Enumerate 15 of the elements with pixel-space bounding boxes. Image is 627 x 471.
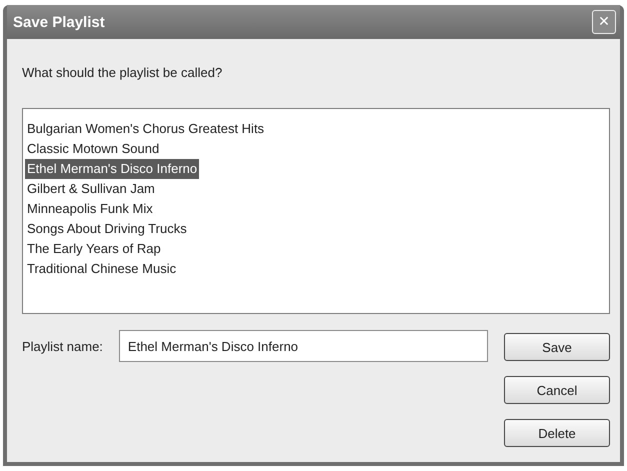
dialog-button[interactable]: Cancel <box>504 376 610 404</box>
playlist-item[interactable]: The Early Years of Rap <box>25 239 163 259</box>
playlist-item[interactable]: Songs About Driving Trucks <box>25 219 189 239</box>
playlist-item[interactable]: Bulgarian Women's Chorus Greatest Hits <box>25 119 266 139</box>
prompt-text: What should the playlist be called? <box>22 65 224 80</box>
field-label: Playlist name: <box>22 338 103 354</box>
playlist-name-field[interactable]: Ethel Merman's Disco Inferno <box>118 330 488 362</box>
playlist-item[interactable]: Minneapolis Funk Mix <box>25 199 155 219</box>
window-title: Save Playlist <box>13 14 105 30</box>
playlist-item[interactable]: Ethel Merman's Disco Inferno <box>25 159 200 179</box>
playlist-item[interactable]: Traditional Chinese Music <box>25 259 178 279</box>
dialog-button[interactable]: Save <box>504 333 610 361</box>
playlist-item[interactable]: Classic Motown Sound <box>25 139 162 159</box>
playlist-item[interactable]: Gilbert & Sullivan Jam <box>25 179 157 199</box>
dialog-button[interactable]: Delete <box>504 419 610 447</box>
